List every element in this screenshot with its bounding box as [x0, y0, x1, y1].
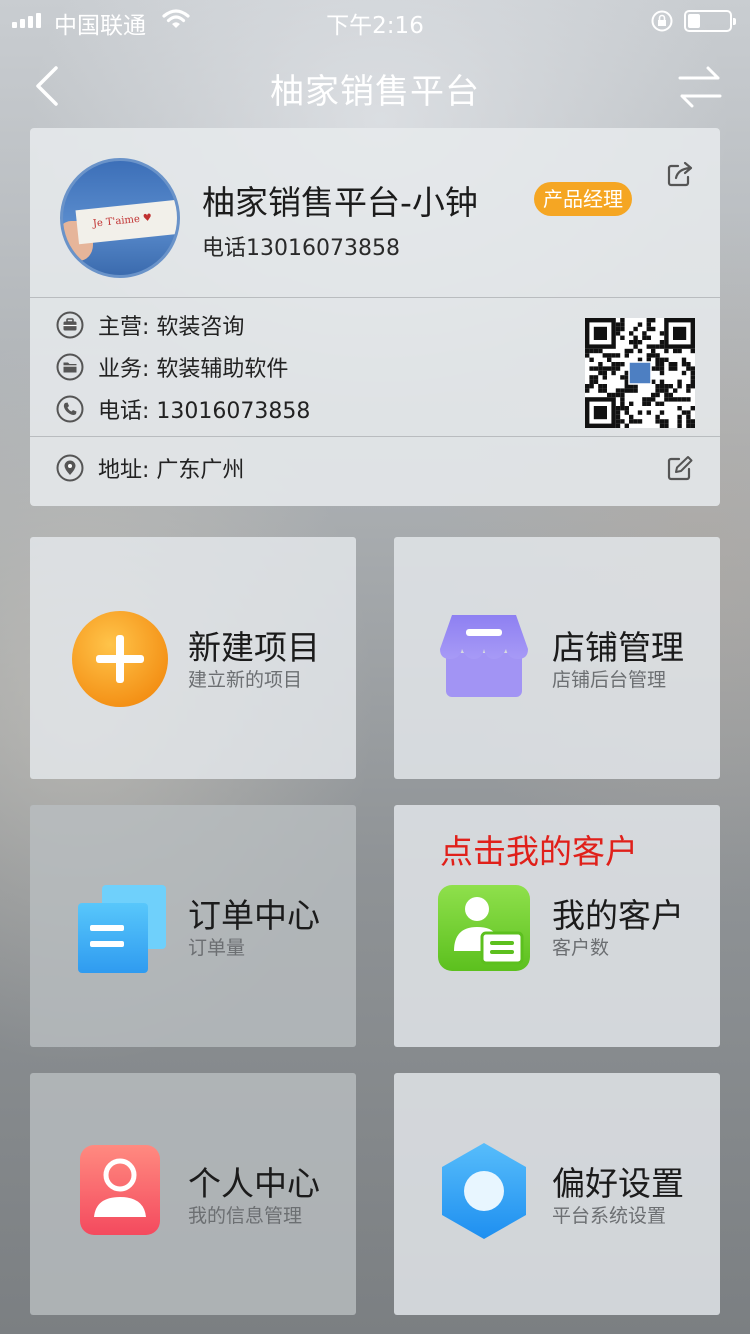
tile-title: 店铺管理	[552, 628, 684, 667]
location-pin-icon	[56, 454, 84, 482]
folder-icon	[56, 353, 84, 381]
info-business: 业务: 软装辅助软件	[56, 352, 288, 382]
role-badge: 产品经理	[534, 182, 632, 216]
main-business-text: 主营: 软装咨询	[98, 315, 245, 340]
profile-phone: 电话13016073858	[202, 236, 400, 261]
avatar[interactable]: Je T'aime ♥	[60, 158, 180, 278]
swap-arrows-icon[interactable]	[676, 64, 724, 108]
tile-title: 新建项目	[188, 628, 320, 667]
share-icon[interactable]	[666, 160, 694, 188]
tile-title: 我的客户	[552, 896, 684, 935]
divider	[30, 297, 720, 298]
info-phone[interactable]: 电话: 13016073858	[56, 394, 310, 424]
tile-title: 偏好设置	[552, 1164, 684, 1203]
tile-store-management[interactable]: 店铺管理 店铺后台管理	[394, 537, 720, 779]
plus-circle-icon	[72, 611, 168, 707]
tile-subtitle: 建立新的项目	[188, 669, 303, 691]
page-title: 柚家销售平台	[270, 72, 480, 112]
phone-icon	[56, 395, 84, 423]
battery-icon	[684, 10, 736, 32]
info-main-business: 主营: 软装咨询	[56, 310, 244, 340]
tap-hint-callout: 点击我的客户	[440, 832, 638, 871]
tile-subtitle: 店铺后台管理	[552, 669, 667, 691]
customer-card-icon	[438, 885, 530, 971]
qr-code-image	[585, 318, 696, 429]
documents-icon	[78, 885, 166, 973]
profile-card: Je T'aime ♥ 柚家销售平台-小钟 产品经理 电话13016073858…	[30, 128, 720, 506]
hexagon-settings-icon	[442, 1143, 526, 1239]
tile-my-customers[interactable]: 点击我的客户 我的客户 客户数	[394, 805, 720, 1047]
profile-name: 柚家销售平台-小钟	[202, 183, 478, 222]
nav-bar: 柚家销售平台	[0, 40, 750, 128]
address-text: 地址: 广东广州	[98, 458, 245, 483]
info-address: 地址: 广东广州	[56, 453, 244, 483]
tile-subtitle: 我的信息管理	[188, 1205, 303, 1227]
status-bar: 中国联通 下午2:16	[0, 0, 750, 40]
status-time: 下午2:16	[326, 13, 424, 39]
tile-order-center[interactable]: 订单中心 订单量	[30, 805, 356, 1047]
business-text: 业务: 软装辅助软件	[98, 357, 289, 382]
briefcase-icon	[56, 311, 84, 339]
tile-preferences[interactable]: 偏好设置 平台系统设置	[394, 1073, 720, 1315]
rotation-lock-icon	[651, 10, 673, 32]
store-icon	[440, 615, 528, 697]
phone-text: 电话: 13016073858	[98, 399, 311, 424]
tile-personal-center[interactable]: 个人中心 我的信息管理	[30, 1073, 356, 1315]
person-icon	[80, 1145, 160, 1235]
tile-title: 个人中心	[188, 1164, 320, 1203]
divider	[30, 436, 720, 437]
tile-subtitle: 客户数	[552, 937, 610, 959]
edit-icon[interactable]	[666, 454, 694, 482]
avatar-caption: Je T'aime ♥	[75, 199, 177, 245]
tile-subtitle: 平台系统设置	[552, 1205, 667, 1227]
tile-subtitle: 订单量	[188, 937, 246, 959]
qr-code[interactable]	[585, 318, 696, 429]
tile-title: 订单中心	[188, 896, 320, 935]
tile-new-project[interactable]: 新建项目 建立新的项目	[30, 537, 356, 779]
